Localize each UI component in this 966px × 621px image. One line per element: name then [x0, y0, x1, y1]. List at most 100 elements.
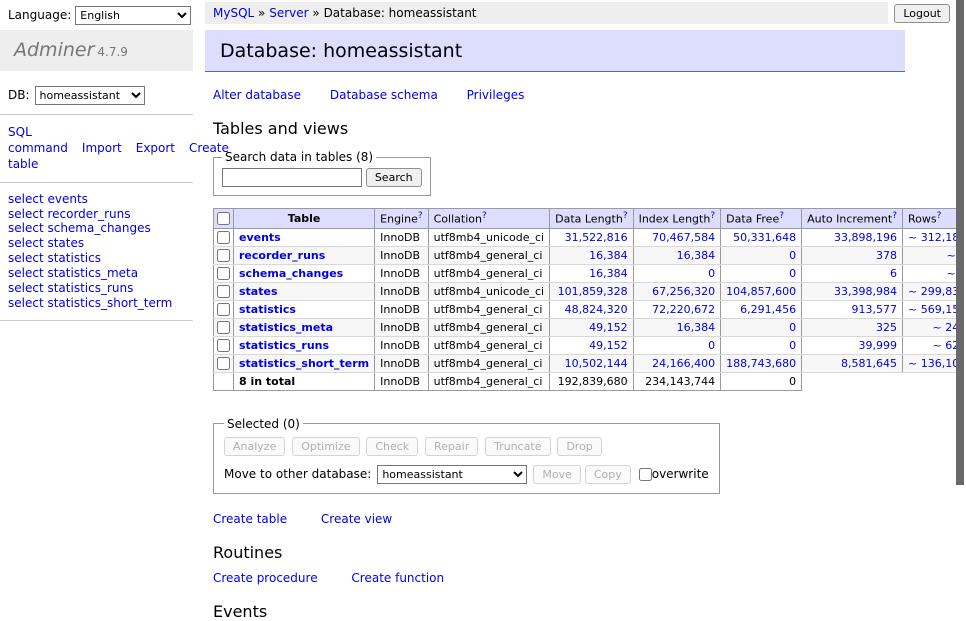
index-length-link[interactable]: 0	[708, 267, 715, 280]
table-link[interactable]: states	[239, 285, 278, 298]
data-free-link[interactable]: 104,857,600	[726, 285, 796, 298]
data-free-link[interactable]: 0	[789, 339, 796, 352]
create-procedure-link[interactable]: Create procedure	[213, 571, 318, 585]
repair-button[interactable]: Repair	[425, 437, 478, 456]
row-checkbox[interactable]	[217, 321, 230, 334]
index-length-link[interactable]: 24,166,400	[652, 357, 715, 370]
auto-increment-link[interactable]: 8,581,645	[841, 357, 897, 370]
row-checkbox[interactable]	[217, 285, 230, 298]
language-select[interactable]: English	[75, 6, 191, 25]
index-length-link[interactable]: 0	[708, 339, 715, 352]
auto-increment-link[interactable]: 6	[890, 267, 897, 280]
index-length-link[interactable]: 16,384	[677, 321, 716, 334]
row-checkbox[interactable]	[217, 303, 230, 316]
data-length-link[interactable]: 10,502,144	[565, 357, 628, 370]
auto-increment-link[interactable]: 378	[876, 249, 897, 262]
scrollbar-track[interactable]	[956, 0, 966, 543]
search-button[interactable]: Search	[366, 168, 422, 187]
table-link[interactable]: events	[239, 231, 281, 244]
auto-increment-link[interactable]: 39,999	[859, 339, 898, 352]
data-free-link[interactable]: 6,291,456	[740, 303, 796, 316]
index-length-link[interactable]: 67,256,320	[652, 285, 715, 298]
table-link[interactable]: statistics_short_term	[239, 357, 369, 370]
data-length-link[interactable]: 16,384	[589, 267, 628, 280]
optimize-button[interactable]: Optimize	[292, 437, 359, 456]
logout-button[interactable]: Logout	[894, 4, 950, 23]
data-length-link[interactable]: 101,859,328	[558, 285, 628, 298]
table-row-recorder-runs: recorder_runs InnoDB utf8mb4_general_ci …	[214, 246, 966, 264]
database-schema-link[interactable]: Database schema	[330, 88, 438, 102]
table-link[interactable]: statistics	[239, 303, 296, 316]
data-free-link[interactable]: 188,743,680	[726, 357, 796, 370]
row-checkbox[interactable]	[217, 231, 230, 244]
alter-database-link[interactable]: Alter database	[213, 88, 301, 102]
data-length-link[interactable]: 31,522,816	[565, 231, 628, 244]
row-checkbox[interactable]	[217, 267, 230, 280]
sidebar-item-select-statistics[interactable]: select statistics	[8, 251, 193, 266]
sidebar-item-select-statistics-short-term[interactable]: select statistics_short_term	[8, 296, 193, 311]
help-link[interactable]: ?	[779, 211, 784, 221]
sidebar-item-select-events[interactable]: select events	[8, 192, 193, 207]
data-free-link[interactable]: 0	[789, 267, 796, 280]
data-length-link[interactable]: 16,384	[589, 249, 628, 262]
breadcrumb-server-link[interactable]: Server	[269, 6, 308, 20]
select-all-checkbox[interactable]	[217, 212, 230, 225]
data-length-link[interactable]: 49,152	[589, 321, 628, 334]
table-link[interactable]: statistics_meta	[239, 321, 333, 334]
sidebar-item-select-statistics-meta[interactable]: select statistics_meta	[8, 266, 193, 281]
import-link[interactable]: Import	[82, 141, 122, 155]
index-length-link[interactable]: 70,467,584	[652, 231, 715, 244]
copy-button[interactable]: Copy	[585, 465, 631, 484]
help-link[interactable]: ?	[418, 211, 423, 221]
selected-buttons-row: Analyze Optimize Check Repair Truncate D…	[224, 437, 709, 456]
privileges-link[interactable]: Privileges	[467, 88, 525, 102]
row-checkbox[interactable]	[217, 249, 230, 262]
move-database-select[interactable]: homeassistant	[377, 465, 527, 484]
analyze-button[interactable]: Analyze	[224, 437, 285, 456]
sql-command-link[interactable]: SQL command	[8, 125, 68, 155]
help-link[interactable]: ?	[623, 211, 628, 221]
data-free-link[interactable]: 50,331,648	[733, 231, 796, 244]
search-input[interactable]	[222, 168, 362, 187]
table-link[interactable]: statistics_runs	[239, 339, 329, 352]
overwrite-checkbox[interactable]	[639, 468, 652, 481]
help-link[interactable]: ?	[937, 211, 942, 221]
auto-increment-link[interactable]: 325	[876, 321, 897, 334]
sidebar-item-select-states[interactable]: select states	[8, 236, 193, 251]
create-function-link[interactable]: Create function	[351, 571, 444, 585]
tables-overview-table: Table Engine? Collation? Data Length? In…	[213, 208, 966, 391]
table-link[interactable]: recorder_runs	[239, 249, 325, 262]
header-engine: Engine?	[375, 209, 428, 229]
table-link[interactable]: schema_changes	[239, 267, 343, 280]
sidebar-item-select-schema-changes[interactable]: select schema_changes	[8, 221, 193, 236]
create-table-link-main[interactable]: Create table	[213, 512, 287, 526]
index-length-link[interactable]: 16,384	[677, 249, 716, 262]
auto-increment-link[interactable]: 33,398,984	[834, 285, 897, 298]
help-link[interactable]: ?	[482, 211, 487, 221]
check-button[interactable]: Check	[366, 437, 418, 456]
data-length-link[interactable]: 49,152	[589, 339, 628, 352]
breadcrumb-mysql-link[interactable]: MySQL	[213, 6, 254, 20]
sidebar-item-select-recorder-runs[interactable]: select recorder_runs	[8, 207, 193, 222]
db-select[interactable]: homeassistant	[35, 86, 145, 105]
help-link[interactable]: ?	[892, 211, 897, 221]
index-length-link[interactable]: 72,220,672	[652, 303, 715, 316]
data-length-link[interactable]: 48,824,320	[565, 303, 628, 316]
create-view-link[interactable]: Create view	[321, 512, 392, 526]
data-free-link[interactable]: 0	[789, 249, 796, 262]
total-label: 8 in total	[234, 372, 375, 390]
truncate-button[interactable]: Truncate	[485, 437, 550, 456]
move-button[interactable]: Move	[533, 465, 581, 484]
drop-button[interactable]: Drop	[557, 437, 601, 456]
export-link[interactable]: Export	[136, 141, 175, 155]
row-checkbox[interactable]	[217, 357, 230, 370]
row-checkbox[interactable]	[217, 339, 230, 352]
engine-cell: InnoDB	[375, 354, 428, 372]
total-engine: InnoDB	[375, 372, 428, 390]
scrollbar-thumb[interactable]	[956, 0, 964, 485]
help-link[interactable]: ?	[710, 211, 715, 221]
data-free-link[interactable]: 0	[789, 321, 796, 334]
auto-increment-link[interactable]: 33,898,196	[834, 231, 897, 244]
auto-increment-link[interactable]: 913,577	[852, 303, 898, 316]
sidebar-item-select-statistics-runs[interactable]: select statistics_runs	[8, 281, 193, 296]
